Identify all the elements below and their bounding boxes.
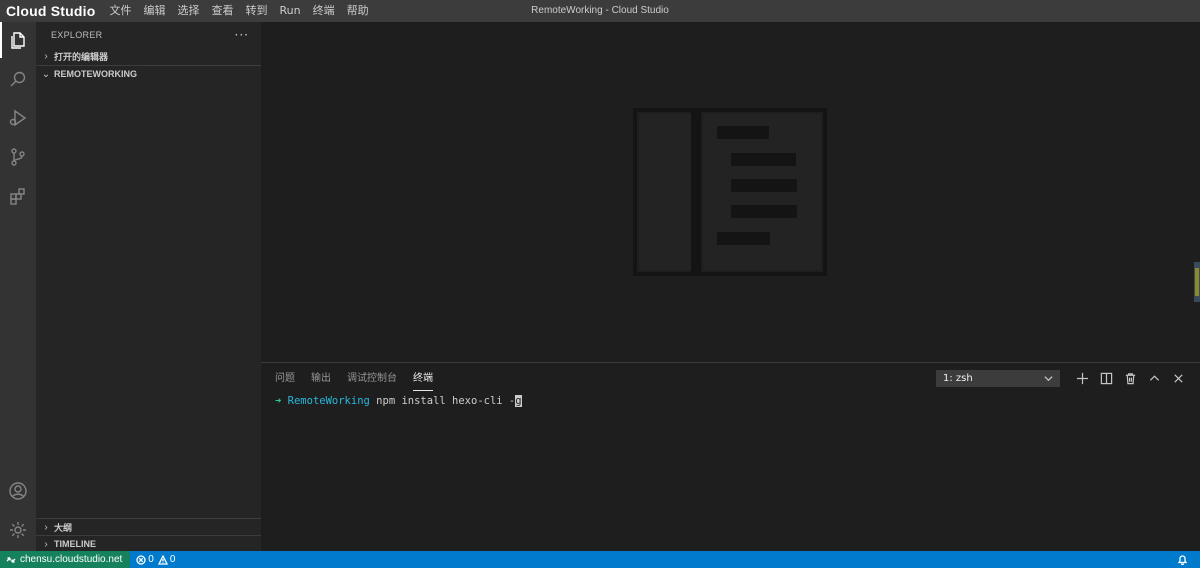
prompt-arrow: ➜	[275, 395, 282, 407]
panel-actions: 1: zsh	[936, 368, 1190, 388]
remote-icon	[6, 556, 16, 563]
extensions-icon[interactable]	[0, 178, 36, 214]
chevron-down-icon: ⌄	[41, 68, 51, 80]
bottom-panel: 问题 输出 调试控制台 终端 1: zsh ➜ RemoteWorking np…	[261, 362, 1200, 551]
remote-indicator[interactable]: chensu.cloudstudio.net	[0, 551, 131, 568]
section-outline-label: 大纲	[54, 522, 73, 533]
menu-terminal[interactable]: 终端	[307, 0, 341, 22]
menu-file[interactable]: 文件	[104, 0, 138, 22]
search-icon[interactable]	[0, 61, 36, 97]
warning-icon	[157, 554, 168, 565]
menu-view[interactable]: 查看	[206, 0, 240, 22]
files-icon[interactable]	[0, 22, 36, 58]
menu-edit[interactable]: 编辑	[138, 0, 172, 22]
kill-terminal-button[interactable]	[1118, 368, 1142, 388]
problems-indicator[interactable]: 0 0	[130, 554, 179, 565]
trash-icon	[1125, 372, 1135, 384]
remote-host: chensu.cloudstudio.net	[20, 554, 123, 565]
terminal-select-value: 1: zsh	[943, 372, 973, 384]
plus-icon	[1076, 372, 1088, 384]
editor-watermark-logo	[633, 108, 827, 276]
error-count: 0	[148, 554, 154, 565]
maximize-panel-button[interactable]	[1142, 368, 1166, 388]
section-timeline[interactable]: › TIMELINE	[36, 535, 261, 552]
more-actions-button[interactable]: ···	[235, 28, 249, 42]
terminal-command: npm install hexo-cli -	[376, 395, 516, 407]
tab-output[interactable]: 输出	[311, 369, 331, 391]
error-icon	[136, 554, 146, 565]
close-icon	[1173, 373, 1183, 383]
title-bar: Cloud Studio 文件 编辑 选择 查看 转到 Run 终端 帮助 Re…	[0, 0, 1200, 22]
terminal-output[interactable]: ➜ RemoteWorking npm install hexo-cli -g	[275, 395, 522, 407]
section-workspace[interactable]: ⌄ REMOTEWORKING	[36, 65, 261, 82]
prompt-cwd: RemoteWorking	[287, 395, 370, 407]
new-terminal-button[interactable]	[1070, 368, 1094, 388]
section-outline[interactable]: › 大纲	[36, 518, 261, 535]
tab-debug-console[interactable]: 调试控制台	[347, 369, 397, 391]
section-open-editors-label: 打开的编辑器	[54, 52, 109, 62]
explorer-header: EXPLORER ···	[36, 22, 261, 48]
menu-go[interactable]: 转到	[240, 0, 274, 22]
warning-count: 0	[169, 554, 176, 565]
tab-problems[interactable]: 问题	[275, 369, 295, 391]
settings-gear-icon[interactable]	[0, 512, 36, 548]
section-workspace-label: REMOTEWORKING	[54, 69, 137, 79]
status-bar: chensu.cloudstudio.net 0 0	[0, 551, 1200, 568]
editor-area[interactable]	[261, 22, 1200, 362]
overview-ruler-marker	[1194, 262, 1200, 302]
menu-selection[interactable]: 选择	[172, 0, 206, 22]
close-panel-button[interactable]	[1166, 368, 1190, 388]
explorer-title: EXPLORER	[51, 30, 103, 40]
terminal-select[interactable]: 1: zsh	[936, 369, 1060, 387]
app-brand: Cloud Studio	[6, 3, 96, 19]
run-debug-icon[interactable]	[0, 100, 36, 136]
menu-run[interactable]: Run	[274, 0, 307, 22]
activity-bar	[0, 22, 36, 551]
tab-terminal[interactable]: 终端	[413, 369, 433, 391]
chevron-right-icon: ›	[44, 538, 48, 550]
menu-help[interactable]: 帮助	[341, 0, 375, 22]
chevron-right-icon: ›	[44, 51, 48, 62]
chevron-up-icon	[1149, 374, 1159, 381]
chevron-right-icon: ›	[44, 521, 48, 533]
terminal-cursor: g	[515, 395, 522, 407]
notifications-bell-icon[interactable]	[1177, 554, 1188, 566]
explorer-sidebar: EXPLORER ··· › 打开的编辑器 ⌄ REMOTEWORKING › …	[36, 22, 261, 551]
account-icon[interactable]	[0, 473, 36, 509]
section-open-editors[interactable]: › 打开的编辑器	[36, 48, 261, 65]
section-timeline-label: TIMELINE	[54, 539, 96, 549]
split-icon	[1100, 372, 1112, 384]
source-control-icon[interactable]	[0, 139, 36, 175]
chevron-down-icon	[1044, 375, 1053, 381]
split-terminal-button[interactable]	[1094, 368, 1118, 388]
